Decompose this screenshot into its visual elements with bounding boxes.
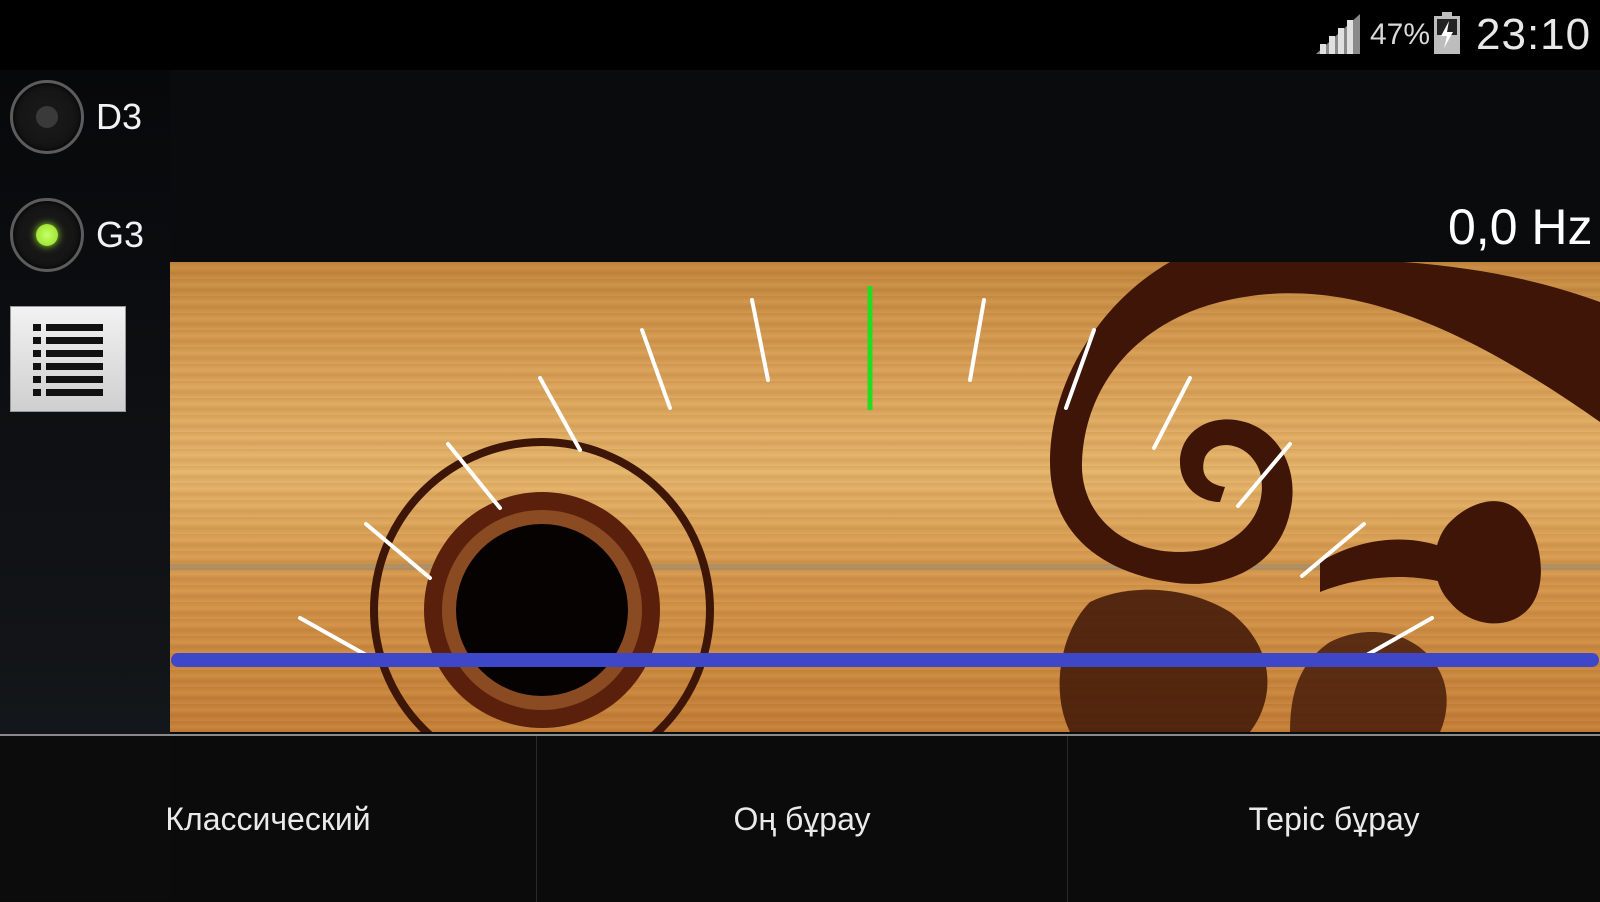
string-option-g3[interactable]: G3	[10, 198, 144, 272]
string-option-d3[interactable]: D3	[10, 80, 142, 154]
tick-mark	[1152, 376, 1192, 450]
tick-mark	[968, 298, 986, 382]
tab-classic[interactable]: Классический	[0, 736, 536, 902]
frequency-readout: 0,0 Hz	[1448, 199, 1593, 255]
tab-reverse-tuning[interactable]: Теріс бұрау	[1068, 736, 1600, 902]
battery-charging-icon	[1434, 12, 1460, 54]
list-icon	[33, 324, 103, 396]
radio-button[interactable]	[10, 80, 84, 154]
soundhole	[370, 438, 714, 732]
menu-button[interactable]	[10, 306, 126, 412]
tab-right-tuning[interactable]: Оң бұрау	[537, 736, 1067, 902]
battery-percent: 47%	[1370, 18, 1431, 51]
tuner-display	[170, 262, 1600, 732]
tuner-dial	[170, 262, 1600, 732]
string-label: D3	[96, 96, 143, 137]
signal-icon	[1316, 14, 1360, 54]
radio-button-selected[interactable]	[10, 198, 84, 272]
string-label: G3	[96, 214, 145, 255]
clock: 23:10	[1476, 10, 1592, 59]
status-bar: 47% 23:10	[0, 0, 1600, 70]
tuning-mode-bar: Классический Оң бұрау Теріс бұрау	[0, 734, 1600, 902]
tick-mark	[750, 298, 770, 382]
tick-mark	[640, 328, 672, 410]
